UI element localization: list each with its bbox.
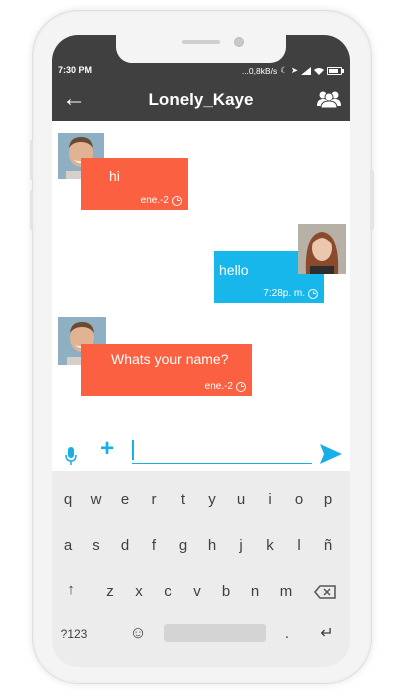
moon-icon: ☾ [280, 65, 288, 75]
space-key[interactable] [164, 624, 266, 642]
message-meta: ene.-2 [205, 381, 246, 392]
key-n[interactable]: n [247, 583, 263, 600]
key-s[interactable]: s [88, 537, 104, 554]
key-b[interactable]: b [218, 583, 234, 600]
key-w[interactable]: w [88, 491, 104, 508]
message-meta: 7:28p. m. [263, 288, 318, 299]
clock-icon [308, 288, 318, 299]
text-cursor [132, 440, 134, 460]
key-o[interactable]: o [291, 491, 307, 508]
message-time: 7:28p. m. [263, 288, 305, 299]
signal-icon [301, 66, 311, 75]
key-y[interactable]: y [204, 491, 220, 508]
key-m[interactable]: m [278, 583, 294, 600]
keyboard: q w e r t y u i o p a s d f g h j k l ñ … [52, 471, 350, 667]
key-l[interactable]: l [291, 537, 307, 554]
microphone-icon[interactable] [65, 447, 77, 465]
network-speed: ...0,8kB/s [241, 65, 278, 76]
battery-icon [327, 66, 344, 75]
clock-icon [172, 195, 182, 206]
key-n-tilde[interactable]: ñ [320, 537, 336, 554]
group-icon[interactable] [316, 89, 342, 109]
key-a[interactable]: a [60, 537, 76, 554]
message-time: ene.-2 [140, 195, 169, 206]
app-bar: ← Lonely_Kaye [52, 79, 350, 121]
compose-bar: + [52, 415, 350, 471]
key-e[interactable]: e [117, 491, 133, 508]
symbols-key[interactable]: ?123 [58, 627, 90, 641]
notch [116, 35, 286, 63]
avatar [298, 224, 346, 274]
message-bubble[interactable]: hi ene.-2 [81, 158, 188, 210]
emoji-icon[interactable]: ☺ [128, 623, 148, 643]
key-d[interactable]: d [117, 537, 133, 554]
message-text: Whats your name? [111, 351, 229, 367]
key-v[interactable]: v [189, 583, 205, 600]
location-icon: ➤ [290, 65, 298, 75]
key-g[interactable]: g [175, 537, 191, 554]
key-k[interactable]: k [262, 537, 278, 554]
clock-icon [236, 381, 246, 392]
message-meta: ene.-2 [141, 195, 182, 206]
status-bar: 7:30 PM ...0,8kB/s ☾ ➤ [52, 35, 350, 79]
message-input[interactable] [132, 437, 312, 464]
send-icon[interactable] [320, 444, 342, 464]
key-f[interactable]: f [146, 537, 162, 554]
status-indicators: ...0,8kB/s ☾ ➤ [241, 65, 344, 76]
key-z[interactable]: z [102, 583, 118, 600]
message-list: hi ene.-2 hello 7:28p. m. Whats your nam… [52, 121, 350, 415]
key-q[interactable]: q [60, 491, 76, 508]
key-u[interactable]: u [233, 491, 249, 508]
wifi-icon [314, 67, 324, 75]
shift-key[interactable]: ↑ [62, 581, 80, 598]
status-time: 7:30 PM [58, 65, 93, 75]
add-attachment-button[interactable]: + [100, 435, 114, 463]
speaker [182, 40, 220, 44]
key-x[interactable]: x [131, 583, 147, 600]
key-period[interactable]: . [282, 625, 292, 642]
front-camera [234, 37, 244, 47]
enter-icon[interactable]: ↵ [316, 623, 338, 643]
key-h[interactable]: h [204, 537, 220, 554]
key-c[interactable]: c [160, 583, 176, 600]
power-button [370, 170, 374, 230]
volume-button [30, 190, 33, 230]
key-i[interactable]: i [262, 491, 278, 508]
key-t[interactable]: t [175, 491, 191, 508]
volume-button [30, 140, 33, 180]
message-text: hi [109, 168, 120, 184]
screen: 7:30 PM ...0,8kB/s ☾ ➤ ← Lonely_Kaye hi … [52, 35, 350, 667]
key-j[interactable]: j [233, 537, 249, 554]
key-p[interactable]: p [320, 491, 336, 508]
chat-title: Lonely_Kaye [148, 90, 254, 109]
message-bubble[interactable]: Whats your name? ene.-2 [81, 344, 252, 396]
message-text: hello [219, 262, 249, 278]
message-time: ene.-2 [204, 381, 233, 392]
backspace-icon[interactable] [314, 585, 336, 599]
key-r[interactable]: r [146, 491, 162, 508]
